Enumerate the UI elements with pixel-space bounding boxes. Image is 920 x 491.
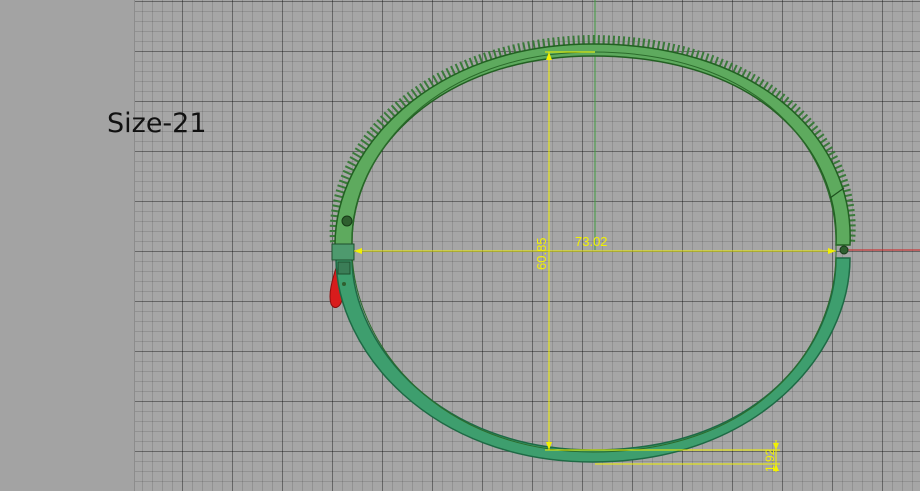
dim-height-text[interactable]: 60.85 (534, 237, 549, 270)
ring-lower-band[interactable] (335, 257, 851, 463)
dim-width-text[interactable]: 73.02 (575, 234, 608, 249)
left-hinge-slot (337, 261, 351, 275)
hinge-pin-icon[interactable] (839, 245, 849, 255)
gear-teeth (329, 34, 856, 243)
hinge-pin-icon[interactable] (341, 215, 353, 227)
size-label: Size-21 (107, 108, 207, 139)
ring-inner-contour (351, 51, 837, 453)
ring-drawing[interactable]: 73.02 60.85 1.92 (0, 0, 920, 491)
dim-thickness-text[interactable]: 1.92 (763, 448, 777, 472)
dim-width-arrow-right (828, 248, 836, 254)
lower-pin-icon (342, 282, 346, 286)
left-hinge-block[interactable] (331, 243, 355, 261)
ring-upper-band[interactable] (334, 43, 851, 246)
dim-width-arrow-left (354, 248, 362, 254)
